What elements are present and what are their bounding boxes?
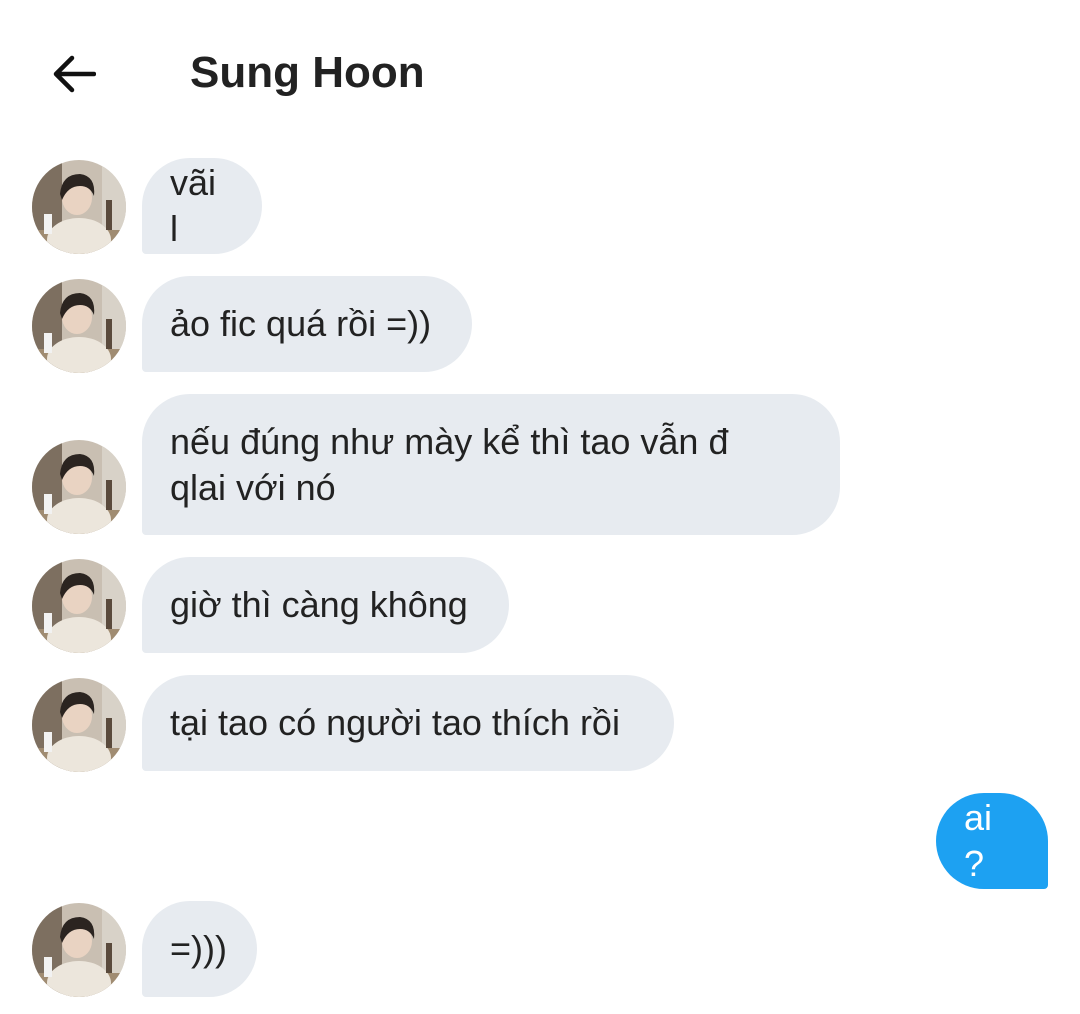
avatar-image <box>32 678 126 772</box>
back-button[interactable] <box>44 44 104 104</box>
message-text: nếu đúng như mày kể thì tao vẫn đ qlai v… <box>170 420 729 508</box>
avatar[interactable] <box>32 678 126 772</box>
avatar-image <box>32 440 126 534</box>
message-text: giờ thì càng không <box>170 584 468 625</box>
avatar-image <box>32 160 126 254</box>
avatar-image <box>32 279 126 373</box>
chat-header: Sung Hoon <box>0 0 1080 145</box>
avatar-image <box>32 903 126 997</box>
message-text: ai ? <box>964 797 993 884</box>
message-text: =))) <box>170 928 227 969</box>
message-text: ảo fic quá rồi =)) <box>170 303 432 344</box>
message-text: vãi l <box>170 162 217 249</box>
avatar[interactable] <box>32 903 126 997</box>
arrow-left-icon <box>53 55 96 93</box>
avatar-image <box>32 559 126 653</box>
incoming-message-bubble[interactable]: =))) <box>142 901 257 997</box>
incoming-message-bubble[interactable]: vãi l <box>142 158 262 254</box>
avatar[interactable] <box>32 279 126 373</box>
outgoing-message-bubble[interactable]: ai ? <box>936 793 1048 889</box>
incoming-message-bubble[interactable]: giờ thì càng không <box>142 557 509 653</box>
incoming-message-bubble[interactable]: nếu đúng như mày kể thì tao vẫn đ qlai v… <box>142 394 840 535</box>
incoming-message-bubble[interactable]: tại tao có người tao thích rồi <box>142 675 674 771</box>
avatar[interactable] <box>32 160 126 254</box>
incoming-message-bubble[interactable]: ảo fic quá rồi =)) <box>142 276 472 372</box>
contact-name: Sung Hoon <box>190 48 425 97</box>
avatar[interactable] <box>32 440 126 534</box>
message-text: tại tao có người tao thích rồi <box>170 702 620 743</box>
avatar[interactable] <box>32 559 126 653</box>
